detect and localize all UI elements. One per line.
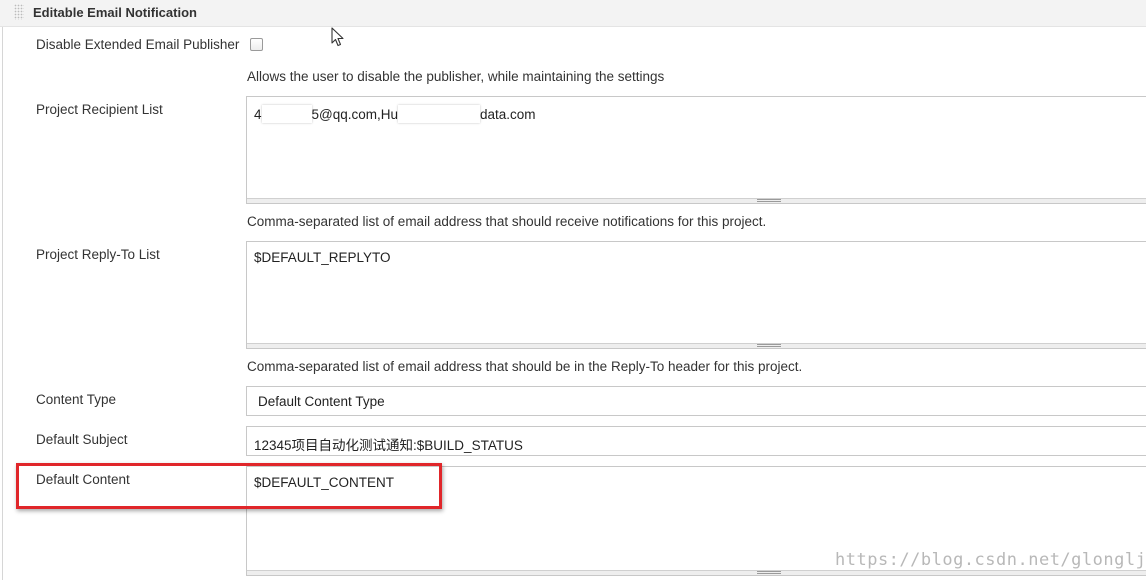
content-type-label: Content Type (36, 392, 117, 407)
recipient-list-textarea[interactable]: 4 5@qq.com,Hu data.com (246, 96, 1146, 204)
panel-left-border (2, 0, 3, 580)
textarea-resize-handle[interactable] (247, 198, 1146, 203)
default-subject-label: Default Subject (36, 432, 128, 447)
resize-grip-icon (757, 571, 781, 574)
section-title: Editable Email Notification (33, 5, 197, 20)
recipient-list-label: Project Recipient List (36, 102, 163, 117)
reply-to-label: Project Reply-To List (36, 247, 160, 262)
disable-publisher-help: Allows the user to disable the publisher… (247, 69, 665, 84)
disable-publisher-label: Disable Extended Email Publisher (36, 37, 240, 52)
textarea-resize-handle[interactable] (247, 570, 1146, 575)
redaction-block (398, 105, 481, 123)
textarea-resize-handle[interactable] (247, 343, 1146, 348)
recipient-list-value-part2: 5@qq.com,Hu (311, 107, 399, 122)
redaction-block (261, 105, 312, 123)
reply-to-textarea[interactable]: $DEFAULT_REPLYTO (246, 241, 1146, 349)
content-type-value: Default Content Type (258, 394, 385, 409)
recipient-list-value-part3: data.com (480, 107, 536, 122)
content-type-select[interactable]: Default Content Type (246, 386, 1146, 416)
drag-handle-icon[interactable] (14, 4, 24, 20)
mouse-pointer-icon (331, 27, 344, 47)
recipient-list-value-part1: 4 (254, 107, 262, 122)
highlight-annotation-box (16, 463, 442, 509)
resize-grip-icon (757, 199, 781, 202)
default-subject-input[interactable]: 12345项目自动化测试通知:$BUILD_STATUS (246, 426, 1146, 456)
resize-grip-icon (757, 344, 781, 347)
reply-to-help: Comma-separated list of email address th… (247, 359, 803, 374)
reply-to-value: $DEFAULT_REPLYTO (254, 250, 391, 265)
recipient-list-value: 4 5@qq.com,Hu data.com (254, 105, 536, 123)
default-subject-value: 12345项目自动化测试通知:$BUILD_STATUS (254, 438, 523, 453)
watermark: https://blog.csdn.net/glonglj1 (835, 550, 1146, 570)
disable-publisher-checkbox[interactable] (250, 38, 263, 51)
section-header: Editable Email Notification (0, 0, 1146, 27)
recipient-list-help: Comma-separated list of email address th… (247, 214, 767, 229)
